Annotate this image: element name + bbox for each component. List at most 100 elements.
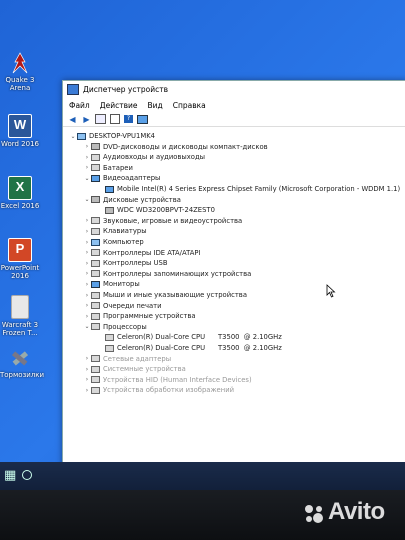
expand-chevron-icon[interactable]: › — [83, 292, 91, 299]
tree-category[interactable]: › Контроллеры запоминающих устройства — [83, 269, 252, 279]
menu-bar: Файл Действие Вид Справка — [63, 98, 405, 112]
windows-start-icon[interactable]: ▦ — [4, 469, 18, 483]
expand-chevron-icon[interactable]: › — [83, 249, 91, 256]
desktop: Quake 3 Arena W Word 2016 X Excel 2016 P… — [0, 0, 405, 490]
menu-help[interactable]: Справка — [173, 101, 206, 110]
tree-category[interactable]: › Программные устройства — [83, 311, 196, 321]
expand-chevron-icon[interactable]: › — [83, 260, 91, 267]
device-manager-app-icon — [67, 84, 79, 95]
tree-category[interactable]: ⌄ Дисковые устройства — [83, 195, 180, 205]
menu-action[interactable]: Действие — [100, 101, 138, 110]
tree-category[interactable]: › Клавиатуры — [83, 226, 147, 236]
expand-chevron-icon[interactable]: › — [83, 154, 91, 161]
tree-device[interactable]: Celeron(R) Dual-Core CPU T3500 @ 2.10GHz — [97, 332, 282, 342]
tree-item-label: Контроллеры запоминающих устройства — [103, 269, 252, 278]
tree-category[interactable]: › Контроллеры USB — [83, 258, 168, 268]
tree-category[interactable]: › Компьютер — [83, 237, 144, 247]
tree-item-label: Мыши и иные указывающие устройства — [103, 291, 247, 299]
device-chip-icon — [105, 344, 114, 352]
powerpoint-icon: P — [8, 238, 32, 262]
tree-item-label: Мониторы — [103, 280, 140, 289]
tree-category[interactable]: › Контроллеры IDE ATA/ATAPI — [83, 248, 201, 258]
avito-watermark: Avito — [328, 498, 385, 525]
tree-category[interactable]: › Звуковые, игровые и видеоустройства — [83, 216, 242, 226]
tree-category[interactable]: › Мониторы — [83, 279, 140, 289]
device-chip-icon — [91, 270, 100, 278]
expand-chevron-icon[interactable]: › — [83, 228, 91, 235]
monitor-scan-icon[interactable] — [137, 114, 148, 124]
tree-item-label: Mobile Intel(R) 4 Series Express Chipset… — [117, 185, 401, 193]
tree-view-icon[interactable] — [95, 114, 106, 124]
expand-chevron-icon[interactable]: › — [83, 376, 91, 383]
properties-icon[interactable] — [109, 114, 120, 124]
tree-device[interactable]: WDC WD3200BPVT-24ZEST0 — [97, 205, 215, 215]
tree-category[interactable]: › Мыши и иные указывающие устройства — [83, 290, 247, 300]
tree-device[interactable]: Mobile Intel(R) 4 Series Express Chipset… — [97, 184, 400, 194]
tree-category[interactable]: › Батареи — [83, 163, 133, 173]
device-chip-icon — [91, 217, 100, 225]
back-arrow-icon[interactable]: ◀ — [67, 114, 78, 124]
device-chip-icon — [91, 291, 100, 299]
expand-chevron-icon[interactable]: › — [83, 270, 91, 277]
menu-view[interactable]: Вид — [147, 101, 162, 110]
tree-item-label: Устройства HID (Human Interface Devices) — [103, 375, 252, 384]
tree-item-label: Видеоадаптеры — [103, 174, 161, 183]
tree-root[interactable]: ⌄ DESKTOP-VPU1MK4 — [69, 131, 155, 141]
device-chip-icon — [91, 365, 100, 373]
tree-category[interactable]: › Устройства HID (Human Interface Devices… — [83, 375, 252, 385]
device-chip-icon — [91, 312, 100, 320]
excel-icon: X — [8, 176, 32, 200]
expand-chevron-icon[interactable]: › — [83, 164, 91, 171]
tree-category[interactable]: › Аудиовходы и аудиовыходы — [83, 152, 205, 162]
expand-chevron-icon[interactable]: ⌄ — [83, 323, 91, 330]
menu-file[interactable]: Файл — [69, 101, 90, 110]
device-disk-icon — [91, 143, 100, 151]
tree-item-label: Контроллеры USB — [103, 259, 168, 268]
desktop-icon-tormozilki[interactable]: Тормозилки — [0, 347, 44, 379]
tree-item-label: Клавиатуры — [103, 227, 147, 236]
expand-chevron-icon[interactable]: › — [83, 355, 91, 362]
tree-category[interactable]: › Очереди печати — [83, 301, 162, 311]
desktop-icon-label: PowerPoint 2016 — [0, 264, 40, 280]
device-disk-icon — [105, 206, 114, 214]
tree-device[interactable]: Celeron(R) Dual-Core CPU T3500 @ 2.10GHz — [97, 343, 282, 353]
desktop-icon-excel[interactable]: X Excel 2016 — [0, 176, 40, 210]
expand-chevron-icon[interactable]: › — [83, 143, 91, 150]
expand-chevron-icon[interactable]: › — [83, 239, 91, 246]
expand-chevron-icon[interactable]: › — [83, 387, 91, 394]
device-chip-icon — [91, 323, 100, 331]
tree-category[interactable]: › Системные устройства — [83, 364, 186, 374]
expand-chevron-icon[interactable]: ⌄ — [69, 133, 77, 140]
device-chip-icon — [91, 227, 100, 235]
expand-chevron-icon[interactable]: ⌄ — [83, 175, 91, 182]
tree-category[interactable]: ⌄ Видеоадаптеры — [83, 173, 160, 183]
help-icon[interactable]: ? — [123, 114, 134, 124]
tree-category[interactable]: › Устройства обработки изображений — [83, 385, 234, 395]
device-disk-icon — [91, 196, 100, 204]
desktop-icon-word[interactable]: W Word 2016 — [0, 114, 40, 148]
desktop-icon-warcraft[interactable]: Warcraft 3 Frozen T... — [0, 295, 40, 337]
expand-chevron-icon[interactable]: › — [83, 313, 91, 320]
tree-category[interactable]: › Сетевые адаптеры — [83, 354, 171, 364]
tree-category[interactable]: ⌄ Процессоры — [83, 322, 147, 332]
tree-item-label: Системные устройства — [103, 365, 186, 374]
tree-item-label: Процессоры — [103, 322, 147, 331]
expand-chevron-icon[interactable]: › — [83, 302, 91, 309]
search-icon[interactable] — [22, 470, 32, 480]
quake-icon — [9, 52, 31, 74]
desktop-icon-quake[interactable]: Quake 3 Arena — [0, 52, 40, 92]
device-chip-icon — [91, 355, 100, 363]
title-bar[interactable]: Диспетчер устройств — [63, 81, 405, 98]
tree-item-label: Celeron(R) Dual-Core CPU T3500 @ 2.10GHz — [117, 344, 282, 352]
tree-category[interactable]: › DVD-дисководы и дисководы компакт-диско… — [83, 142, 268, 152]
expand-chevron-icon[interactable]: › — [83, 366, 91, 373]
device-chip-icon — [105, 333, 114, 341]
desktop-icon-powerpoint[interactable]: P PowerPoint 2016 — [0, 238, 40, 280]
device-tree: ⌄ DESKTOP-VPU1MK4 › DVD-дисководы и дисково… — [63, 128, 405, 466]
expand-chevron-icon[interactable]: ⌄ — [83, 196, 91, 203]
device-mon-icon — [91, 280, 100, 288]
device-chip-icon — [91, 164, 100, 172]
forward-arrow-icon[interactable]: ▶ — [81, 114, 92, 124]
expand-chevron-icon[interactable]: › — [83, 217, 91, 224]
expand-chevron-icon[interactable]: › — [83, 281, 91, 288]
